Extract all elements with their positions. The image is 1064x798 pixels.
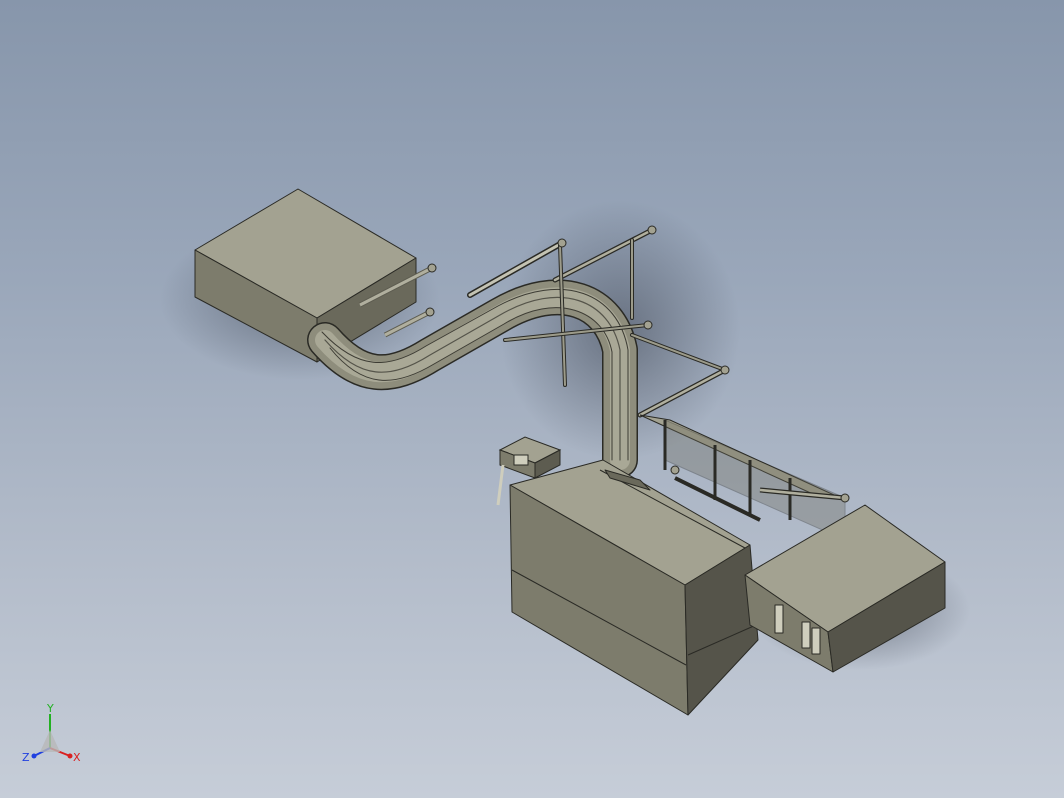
main-cabinet	[509, 459, 759, 716]
view-orientation-triad: Y X Z	[18, 700, 88, 770]
triad-y-label: Y	[46, 702, 54, 715]
triad-graphic: Y X Z	[22, 702, 81, 764]
graphics-viewport[interactable]: Y X Z	[0, 0, 1064, 798]
triad-x-label: X	[73, 751, 81, 764]
triad-z-label: Z	[22, 751, 30, 764]
cad-model-view	[160, 188, 970, 716]
